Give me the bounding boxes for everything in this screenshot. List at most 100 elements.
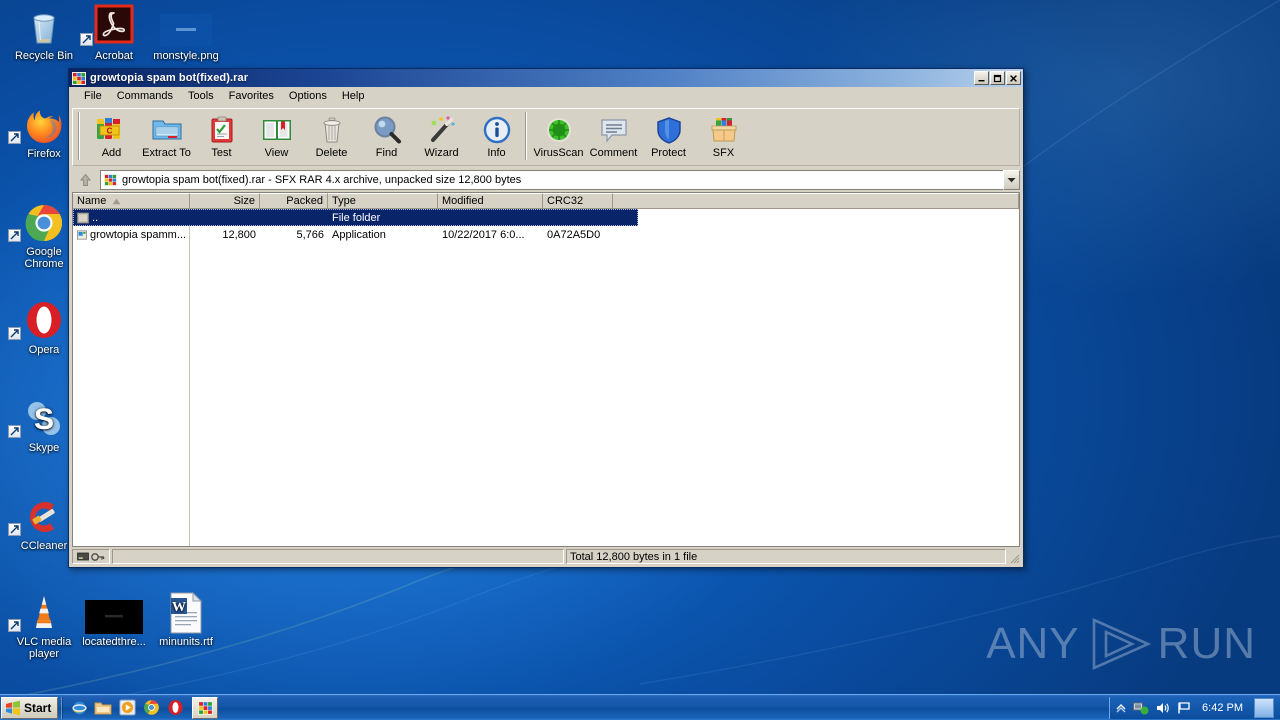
column-header-packed[interactable]: Packed [260, 193, 328, 209]
column-header-name[interactable]: Name [73, 193, 190, 209]
menu-item-file[interactable]: File [77, 88, 109, 104]
toolbar-label: Delete [315, 147, 348, 159]
address-row[interactable]: growtopia spam bot(fixed).rar - SFX RAR … [69, 168, 1023, 192]
toolbar-button-comment[interactable]: Comment [586, 112, 641, 162]
windows-explorer-icon[interactable] [94, 699, 112, 717]
winrar-icon [72, 71, 86, 85]
arrow-up-icon [79, 173, 91, 186]
desktop-icon-label: locatedthre... [82, 636, 146, 648]
taskbar[interactable]: Start 6:42 PM [0, 694, 1280, 720]
toolbar[interactable]: C Add Extract To Test View Delete Find W… [72, 108, 1020, 166]
toolbar-button-wizard[interactable]: Wizard [414, 112, 469, 162]
menu-item-options[interactable]: Options [282, 88, 334, 104]
anyrun-logo-icon [1092, 617, 1151, 671]
toolbar-button-delete[interactable]: Delete [304, 112, 359, 162]
shortcut-overlay-icon [8, 619, 21, 632]
toolbar-label: Add [101, 147, 122, 159]
chrome-icon[interactable] [142, 699, 160, 717]
chevron-up-icon[interactable] [1116, 703, 1126, 713]
volume-icon[interactable] [1156, 701, 1170, 715]
toolbar-button-add[interactable]: C Add [84, 112, 139, 162]
cell-packed: 5,766 [296, 228, 324, 241]
toolbar-button-info[interactable]: Info [469, 112, 524, 162]
image-file-icon [150, 6, 222, 48]
show-desktop-button[interactable] [1254, 697, 1274, 718]
media-player-icon[interactable] [118, 699, 136, 717]
menu-item-help[interactable]: Help [335, 88, 372, 104]
maximize-button[interactable] [990, 71, 1005, 85]
status-bar-total: Total 12,800 bytes in 1 file [566, 549, 1006, 564]
flag-icon[interactable] [1177, 701, 1191, 715]
word-document-icon: W [150, 592, 222, 634]
desktop-icon-monstyle-png[interactable]: monstyle.png [150, 6, 222, 62]
file-list-rows[interactable]: .. File folder growtopia spamm... 12,800… [73, 209, 1019, 243]
column-header-filler [613, 193, 1019, 209]
menu-item-favorites[interactable]: Favorites [222, 88, 281, 104]
window-titlebar[interactable]: growtopia spam bot(fixed).rar [69, 69, 1023, 87]
table-row[interactable]: growtopia spamm... 12,800 5,766 Applicat… [73, 226, 1019, 243]
up-one-level-button[interactable] [72, 170, 98, 190]
status-bar[interactable]: Total 12,800 bytes in 1 file [69, 547, 1023, 567]
desktop-icon-acrobat[interactable]: Acrobat [78, 4, 150, 62]
shortcut-overlay-icon [8, 523, 21, 536]
shortcut-overlay-icon [8, 425, 21, 438]
address-text: growtopia spam bot(fixed).rar - SFX RAR … [122, 174, 522, 186]
toolbar-button-test[interactable]: Test [194, 112, 249, 162]
table-row[interactable]: .. File folder [73, 209, 1019, 226]
toolbar-button-find[interactable]: Find [359, 112, 414, 162]
resize-grip[interactable] [1008, 549, 1020, 564]
winrar-window[interactable]: growtopia spam bot(fixed).rar File Comma… [68, 68, 1024, 568]
shortcut-overlay-icon [80, 33, 93, 46]
toolbar-label: Comment [589, 147, 638, 159]
cell-type: Application [332, 228, 386, 241]
cell-modified [438, 209, 543, 226]
desktop-icon-locatedthree[interactable]: locatedthre... [78, 592, 150, 648]
file-list-body[interactable]: .. File folder growtopia spamm... 12,800… [73, 209, 1019, 546]
desktop-icon-label: monstyle.png [153, 50, 219, 62]
minimize-button[interactable] [974, 71, 989, 85]
desktop-icon-minunits-rtf[interactable]: W minunits.rtf [150, 592, 222, 648]
column-header-crc32[interactable]: CRC32 [543, 193, 613, 209]
toolbar-button-sfx[interactable]: SFX [696, 112, 751, 162]
toolbar-button-virusscan[interactable]: VirusScan [531, 112, 586, 162]
opera-icon[interactable] [166, 699, 184, 717]
status-bar-icons[interactable] [72, 549, 110, 564]
black-thumbnail-icon [78, 592, 150, 634]
menu-bar[interactable]: File Commands Tools Favorites Options He… [69, 87, 1023, 106]
watermark-text-left: ANY [986, 619, 1080, 668]
file-list[interactable]: Name Size Packed Type Modified CRC32 .. … [72, 192, 1020, 547]
quick-launch-bar[interactable] [66, 699, 188, 717]
toolbar-button-protect[interactable]: Protect [641, 112, 696, 162]
internet-explorer-icon[interactable] [70, 699, 88, 717]
toolbar-button-extract-to[interactable]: Extract To [139, 112, 194, 162]
column-header-modified[interactable]: Modified [438, 193, 543, 209]
column-header-size[interactable]: Size [190, 193, 260, 209]
acrobat-icon [78, 4, 150, 48]
cell-packed [260, 209, 328, 226]
cell-size: 12,800 [222, 228, 256, 241]
network-icon[interactable] [1133, 701, 1149, 715]
comment-icon [598, 114, 630, 146]
application-icon [77, 229, 87, 240]
cell-crc32 [543, 209, 613, 226]
address-dropdown-button[interactable] [1003, 170, 1020, 190]
taskbar-item-winrar[interactable] [192, 696, 219, 719]
desktop-icon-label: Firefox [27, 148, 61, 160]
desktop-icon-vlc[interactable]: VLC media player [8, 592, 80, 660]
desktop-icon-label: minunits.rtf [159, 636, 213, 648]
toolbar-button-view[interactable]: View [249, 112, 304, 162]
desktop-icon-recycle-bin[interactable]: Recycle Bin [8, 6, 80, 62]
start-button[interactable]: Start [1, 696, 59, 719]
svg-text:S: S [34, 403, 54, 436]
wizard-icon [426, 114, 458, 146]
system-tray[interactable]: 6:42 PM [1109, 696, 1280, 719]
file-list-header[interactable]: Name Size Packed Type Modified CRC32 [73, 193, 1019, 209]
menu-item-tools[interactable]: Tools [181, 88, 221, 104]
close-button[interactable] [1006, 71, 1021, 85]
close-icon [1010, 74, 1017, 82]
address-bar[interactable]: growtopia spam bot(fixed).rar - SFX RAR … [100, 170, 1003, 190]
window-title: growtopia spam bot(fixed).rar [90, 72, 249, 84]
clock[interactable]: 6:42 PM [1202, 702, 1243, 714]
column-header-type[interactable]: Type [328, 193, 438, 209]
menu-item-commands[interactable]: Commands [110, 88, 180, 104]
